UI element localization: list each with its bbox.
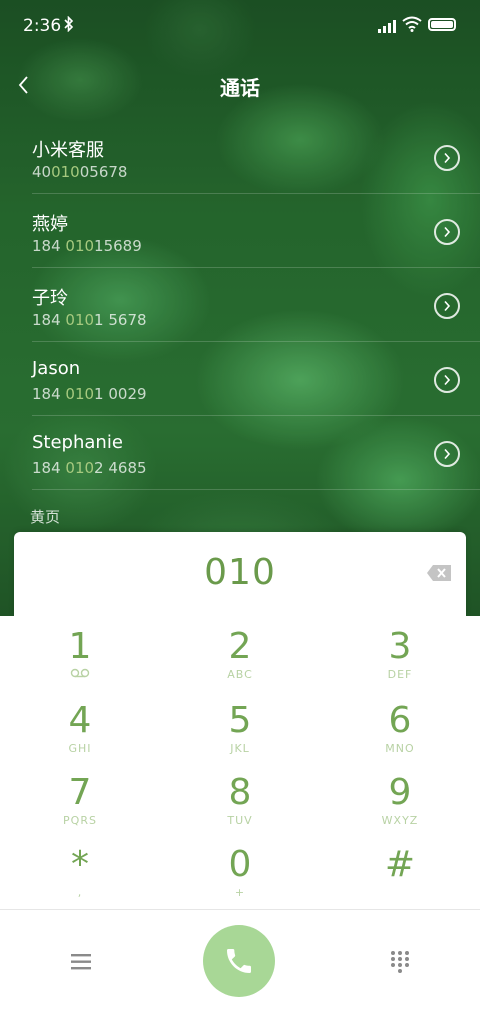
contact-row[interactable]: 子玲 184 0101 5678 <box>32 268 480 342</box>
contact-number: 4001005678 <box>32 163 128 181</box>
dialed-number-display: 010 <box>14 532 466 616</box>
key-star[interactable]: * , <box>0 838 160 910</box>
contact-detail-button[interactable] <box>434 367 460 393</box>
dialpad-icon <box>391 951 409 973</box>
contact-row[interactable]: 燕婷 184 01015689 <box>32 194 480 268</box>
signal-icon <box>378 18 396 37</box>
page-title: 通话 <box>220 76 260 100</box>
contact-name: Jason <box>32 358 81 379</box>
dialed-digits: 010 <box>204 552 276 593</box>
backspace-button[interactable] <box>426 564 452 582</box>
voicemail-icon <box>0 668 160 682</box>
call-button[interactable] <box>203 925 275 997</box>
contact-name: Stephanie <box>32 432 123 453</box>
key-8[interactable]: 8 TUV <box>160 766 320 838</box>
contact-suggestions-list: 小米客服 4001005678 燕婷 184 01015689 子玲 184 0… <box>0 120 480 490</box>
menu-icon <box>71 954 91 970</box>
contact-detail-button[interactable] <box>434 293 460 319</box>
key-hash[interactable]: # <box>320 838 480 910</box>
status-time: 2:36 <box>23 16 62 36</box>
key-1[interactable]: 1 <box>0 620 160 692</box>
menu-button[interactable] <box>62 948 102 976</box>
key-2[interactable]: 2 ABC <box>160 620 320 692</box>
contact-name: 燕婷 <box>32 214 68 235</box>
key-5[interactable]: 5 JKL <box>160 694 320 766</box>
wifi-icon <box>402 16 422 36</box>
contact-number: 184 0101 0029 <box>32 385 147 403</box>
contact-name: 小米客服 <box>32 140 104 161</box>
key-6[interactable]: 6 MNO <box>320 694 480 766</box>
key-4[interactable]: 4 GHI <box>0 694 160 766</box>
header: 通话 <box>0 60 480 110</box>
status-bar: 2:36 <box>0 0 480 52</box>
contact-detail-button[interactable] <box>434 145 460 171</box>
contact-number: 184 0102 4685 <box>32 459 147 477</box>
dialpad: 1 2 ABC 3 DEF 4 GHI 5 JKL 6 MNO 7 PQRS 8… <box>0 616 480 910</box>
chevron-right-circle-icon <box>444 226 451 238</box>
key-3[interactable]: 3 DEF <box>320 620 480 692</box>
yellow-pages-section-label[interactable]: 黄页 <box>30 506 60 527</box>
contact-row[interactable]: Stephanie 184 0102 4685 <box>32 416 480 490</box>
bottom-action-bar <box>0 910 480 1013</box>
contact-detail-button[interactable] <box>434 441 460 467</box>
key-9[interactable]: 9 WXYZ <box>320 766 480 838</box>
battery-icon <box>428 18 456 31</box>
dialpad-toggle-button[interactable] <box>382 948 418 976</box>
contact-name: 子玲 <box>32 288 68 309</box>
contact-number: 184 01015689 <box>32 237 142 255</box>
backspace-icon <box>427 565 451 581</box>
chevron-right-circle-icon <box>444 152 451 164</box>
chevron-right-circle-icon <box>444 374 451 386</box>
bluetooth-icon <box>64 15 74 36</box>
key-0[interactable]: 0 + <box>160 838 320 910</box>
chevron-right-circle-icon <box>444 448 451 460</box>
chevron-right-circle-icon <box>444 300 451 312</box>
contact-detail-button[interactable] <box>434 219 460 245</box>
contact-row[interactable]: 小米客服 4001005678 <box>32 120 480 194</box>
contact-row[interactable]: Jason 184 0101 0029 <box>32 342 480 416</box>
contact-number: 184 0101 5678 <box>32 311 147 329</box>
phone-icon <box>227 949 251 973</box>
key-7[interactable]: 7 PQRS <box>0 766 160 838</box>
